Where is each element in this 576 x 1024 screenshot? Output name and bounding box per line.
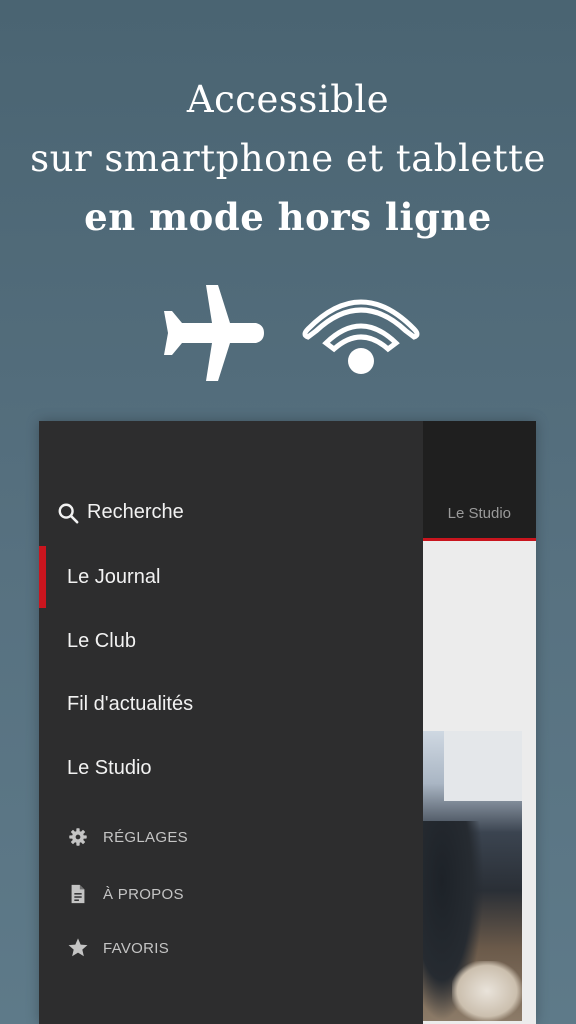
search-label: Recherche <box>87 501 184 523</box>
headline-line-2: sur smartphone et tablette <box>30 137 546 180</box>
gear-icon <box>69 828 87 846</box>
offline-icons <box>0 285 576 385</box>
photo-figure-shirt <box>452 961 522 1021</box>
favoris-label: FAVORIS <box>103 939 170 957</box>
tab-le-studio[interactable]: Le Studio <box>448 505 511 522</box>
drawer-item-le-club[interactable]: Le Club <box>67 630 136 653</box>
star-icon <box>68 938 88 957</box>
search-button[interactable]: Recherche <box>57 501 184 524</box>
drawer-item-a-propos[interactable]: À PROPOS <box>67 883 184 905</box>
drawer-item-fil-actualites[interactable]: Fil d'actualités <box>67 693 193 716</box>
drawer-item-reglages[interactable]: RÉGLAGES <box>67 826 188 848</box>
photo-building <box>444 731 522 801</box>
active-item-indicator <box>39 546 46 608</box>
a-propos-label: À PROPOS <box>103 885 184 903</box>
navigation-drawer: Recherche Le Journal Le Club Fil d'actua… <box>39 421 423 1024</box>
document-icon <box>71 884 85 904</box>
drawer-item-le-journal[interactable]: Le Journal <box>67 566 160 589</box>
search-icon <box>58 503 79 523</box>
drawer-item-le-studio[interactable]: Le Studio <box>67 757 152 780</box>
wifi-icon <box>302 299 420 374</box>
reglages-label: RÉGLAGES <box>103 828 188 846</box>
article-photo[interactable] <box>414 731 522 1021</box>
drawer-item-favoris[interactable]: FAVORIS <box>67 937 169 959</box>
headline-line-3: en mode hors ligne <box>84 195 492 239</box>
airplane-icon <box>164 285 264 381</box>
promo-headline: Accessible sur smartphone et tablette en… <box>0 70 576 247</box>
device-screen: Le Studio rgée du Recherche Le Journal L… <box>39 421 536 1024</box>
headline-line-1: Accessible <box>186 78 390 121</box>
